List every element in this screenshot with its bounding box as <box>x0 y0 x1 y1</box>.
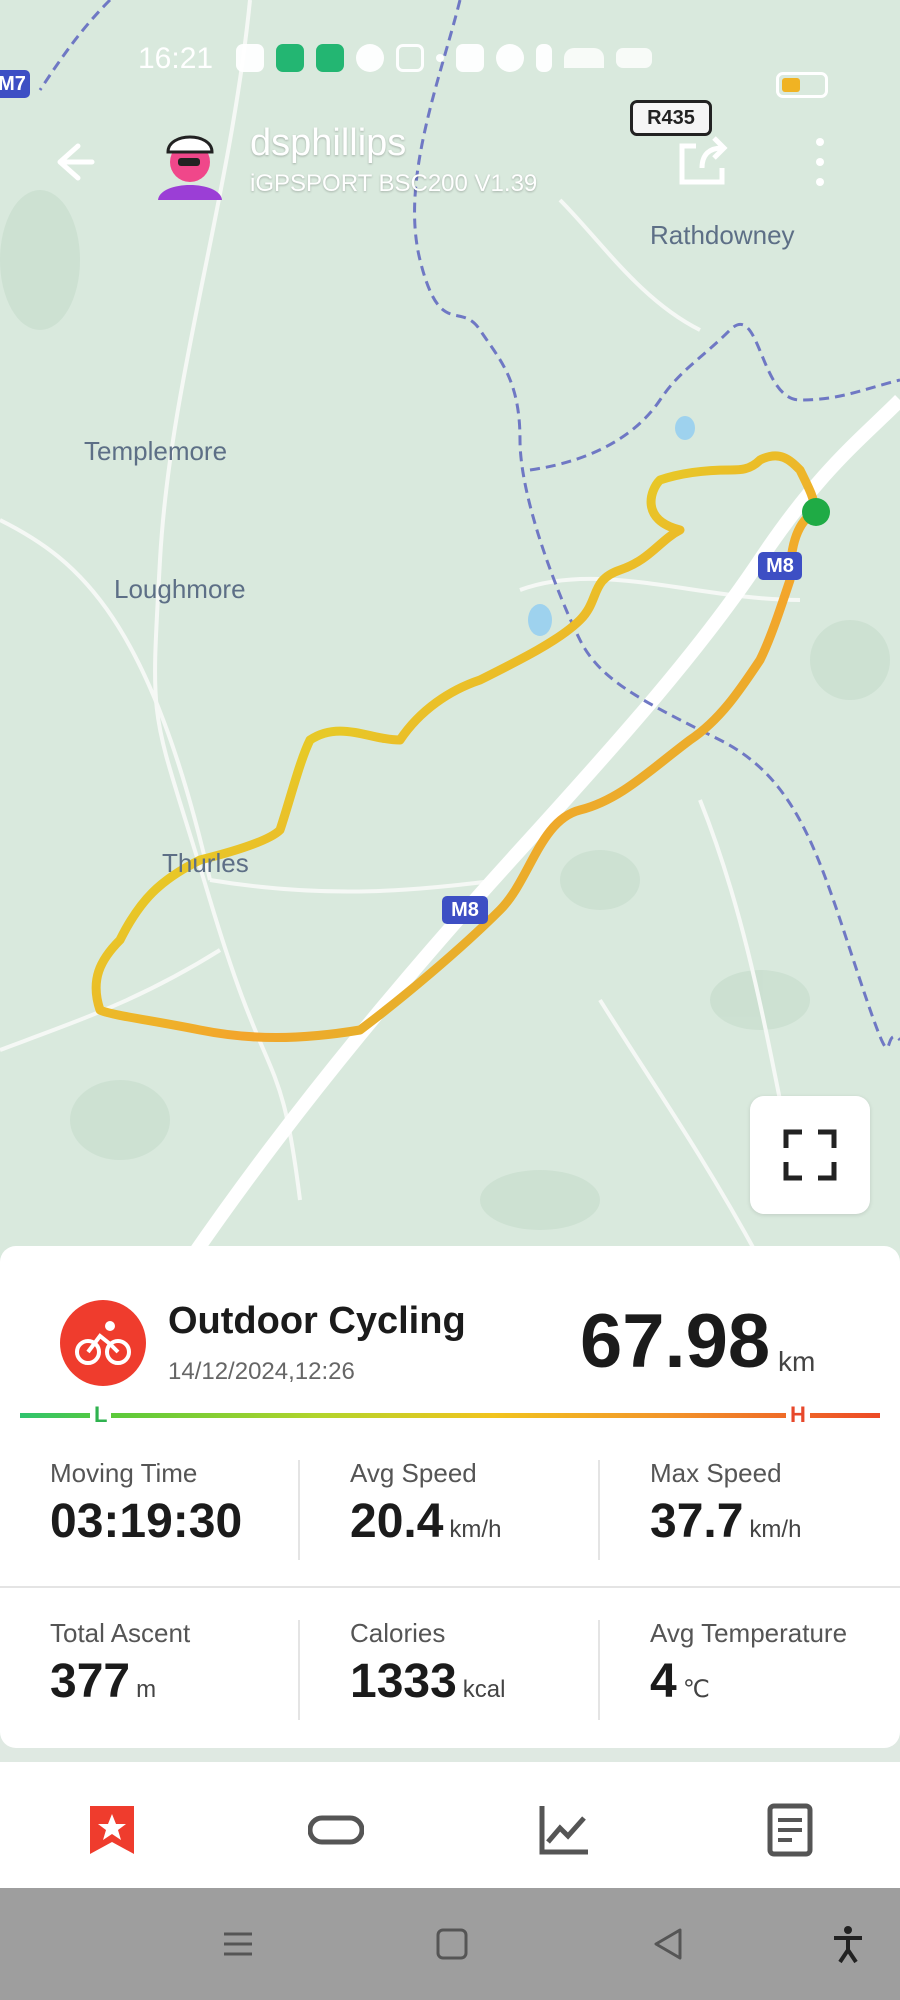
map-label-rathdowney: Rathdowney <box>650 220 795 250</box>
status-icons <box>236 42 652 74</box>
stat-unit: kcal <box>462 1676 506 1703</box>
details-icon[interactable] <box>762 1802 818 1858</box>
spotify-icon <box>276 44 304 72</box>
stat-total-ascent: Total Ascent 377 m <box>0 1618 300 1728</box>
system-nav-bar <box>0 1888 900 2000</box>
stat-number: 4 <box>650 1655 677 1708</box>
legend-gradient <box>20 1413 880 1418</box>
signal-icon <box>616 48 652 68</box>
stat-unit: m <box>136 1676 157 1703</box>
map-label-thurles: Thurles <box>162 848 249 878</box>
stat-number: 20.4 <box>350 1495 444 1548</box>
stat-label: Avg Speed <box>350 1458 477 1488</box>
road-badge-m8: M8 <box>442 896 488 924</box>
stats-row-2: Total Ascent 377 m Calories 1333 kcal Avg … <box>0 1618 900 1728</box>
stats-row-1: Moving Time 03:19:30 Avg Speed 20.4 km/h … <box>0 1458 900 1568</box>
battery-fill <box>782 78 800 92</box>
home-icon[interactable] <box>432 1924 472 1964</box>
back-arrow-icon[interactable] <box>44 134 100 190</box>
road-badge-m8-north: M8 <box>758 552 802 580</box>
stat-avg-speed: Avg Speed 20.4 km/h <box>300 1458 600 1568</box>
stat-unit: ℃ <box>682 1676 710 1703</box>
stat-label: Calories <box>350 1618 446 1648</box>
fullscreen-icon <box>783 1129 837 1181</box>
share-icon[interactable] <box>672 130 732 190</box>
stat-label: Avg Temperature <box>650 1618 848 1648</box>
username: dsphillips <box>250 122 407 164</box>
stat-value: 4 ℃ <box>650 1654 710 1709</box>
device-name: iGPSPORT BSC200 V1.39 <box>250 170 538 197</box>
stat-number: 03:19:30 <box>50 1495 243 1548</box>
stat-label: Moving Time <box>50 1458 198 1488</box>
map-label-loughmore: Loughmore <box>114 574 246 604</box>
more-options-icon[interactable] <box>800 132 840 192</box>
status-time: 16:21 <box>138 42 214 75</box>
stat-number: 377 <box>50 1655 131 1708</box>
battery-icon <box>776 72 828 98</box>
stat-label: Total Ascent <box>50 1618 191 1648</box>
intensity-legend: L H <box>20 1402 880 1428</box>
back-icon[interactable] <box>648 1924 688 1964</box>
bottom-tab-bar <box>0 1762 900 1888</box>
summary-icon[interactable] <box>84 1802 140 1858</box>
legend-high: H <box>786 1402 810 1428</box>
chart-icon[interactable] <box>536 1802 592 1858</box>
stat-label: Max Speed <box>650 1458 782 1488</box>
dot-icon <box>436 54 444 62</box>
status-bar: 16:21 <box>0 28 900 98</box>
header: dsphillips iGPSPORT BSC200 V1.39 <box>0 110 900 220</box>
activity-datetime: 14/12/2024,12:26 <box>168 1358 355 1385</box>
stat-avg-temperature: Avg Temperature 4 ℃ <box>600 1618 900 1728</box>
menu-icon[interactable] <box>218 1924 258 1964</box>
nfc-icon <box>456 44 484 72</box>
stat-value: 377 m <box>50 1654 156 1709</box>
distance-unit: km <box>778 1346 816 1377</box>
distance-value: 67.98 <box>580 1299 771 1384</box>
stat-max-speed: Max Speed 37.7 km/h <box>600 1458 900 1568</box>
laps-icon[interactable] <box>308 1802 364 1858</box>
fullscreen-button[interactable] <box>750 1096 870 1214</box>
map-label-templemore: Templemore <box>84 436 228 466</box>
stat-unit: km/h <box>749 1516 802 1543</box>
cloud-icon <box>356 44 384 72</box>
stat-value: 37.7 km/h <box>650 1494 801 1549</box>
activity-type: Outdoor Cycling <box>168 1300 466 1342</box>
instagram-icon <box>396 44 424 72</box>
bluetooth-icon <box>536 44 552 72</box>
legend-low: L <box>90 1402 112 1428</box>
stat-moving-time: Moving Time 03:19:30 <box>0 1458 300 1568</box>
face-icon <box>236 44 264 72</box>
battery-saver-icon <box>316 44 344 72</box>
stat-number: 1333 <box>350 1655 457 1708</box>
stat-calories: Calories 1333 kcal <box>300 1618 600 1728</box>
wifi-icon <box>564 48 604 68</box>
stat-value: 20.4 km/h <box>350 1494 501 1549</box>
alarm-icon <box>496 44 524 72</box>
stat-unit: km/h <box>449 1516 502 1543</box>
cycling-icon <box>60 1300 146 1386</box>
stats-divider <box>0 1586 900 1588</box>
stat-value: 1333 kcal <box>350 1654 505 1709</box>
avatar[interactable] <box>150 122 230 202</box>
stat-number: 37.7 <box>650 1495 744 1548</box>
stat-value: 03:19:30 <box>50 1494 242 1549</box>
activity-summary-card: Outdoor Cycling 14/12/2024,12:26 67.98 k… <box>0 1246 900 1748</box>
accessibility-icon[interactable] <box>828 1924 868 1964</box>
